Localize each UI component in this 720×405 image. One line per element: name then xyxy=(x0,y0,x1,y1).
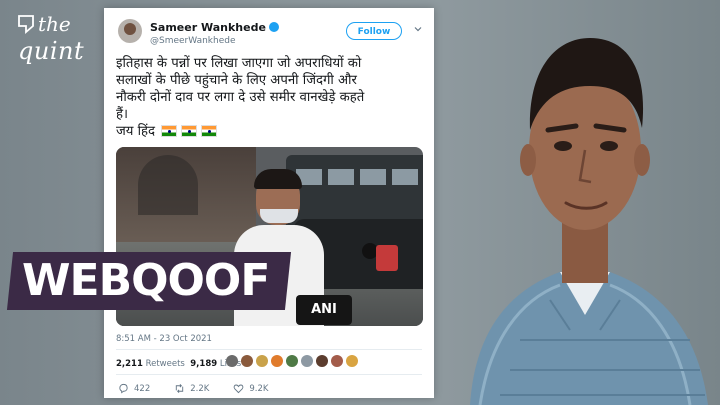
media-arch xyxy=(138,155,198,215)
divider xyxy=(116,349,422,350)
webqoof-label: WEBQOOF xyxy=(22,255,270,306)
tweet-timestamp[interactable]: 8:51 AM - 23 Oct 2021 xyxy=(116,334,212,344)
reply-icon xyxy=(119,383,128,394)
media-van-window xyxy=(360,169,386,185)
avatar[interactable] xyxy=(271,355,283,367)
avatar[interactable] xyxy=(286,355,298,367)
media-person-mask xyxy=(260,209,298,223)
avatar[interactable] xyxy=(118,19,142,43)
quint-mark-icon xyxy=(18,15,34,34)
india-flag-icon xyxy=(201,125,218,137)
logo-line2: quint xyxy=(18,37,85,65)
like-count: 9.2K xyxy=(249,383,269,394)
divider xyxy=(116,374,422,375)
likes-count[interactable]: 9,189 xyxy=(190,359,217,369)
reply-count: 422 xyxy=(134,383,151,394)
retweets-label[interactable]: Retweets xyxy=(146,359,185,369)
media-person-hair xyxy=(254,169,302,189)
author-handle[interactable]: @SmeerWankhede xyxy=(150,36,236,46)
logo-line1: the xyxy=(38,12,71,36)
avatar[interactable] xyxy=(226,355,238,367)
india-flag-icon xyxy=(161,125,178,137)
jai-hind-text: जय हिंद xyxy=(116,124,156,139)
avatar[interactable] xyxy=(301,355,313,367)
avatar[interactable] xyxy=(346,355,358,367)
tweet-text-line3: नौकरी दोनों दाव पर लगा दे उसे समीर वानखे… xyxy=(116,90,365,105)
retweets-count[interactable]: 2,211 xyxy=(116,359,143,369)
tweet-text-line4: हैं। xyxy=(116,107,129,122)
tweet-card: Sameer Wankhede @SmeerWankhede Follow इत… xyxy=(104,8,434,398)
avatar[interactable] xyxy=(331,355,343,367)
like-button[interactable]: 9.2K xyxy=(233,383,268,394)
ani-microphone: ANI xyxy=(296,295,352,325)
heart-icon xyxy=(233,384,244,394)
tweet-text-line2: सलाखों के पीछे पहुंचाने के लिए अपनी जिंद… xyxy=(116,73,357,88)
portrait-photo xyxy=(470,38,708,405)
chevron-down-icon[interactable] xyxy=(414,25,422,33)
retweet-button[interactable]: 2.2K xyxy=(174,383,209,394)
avatar[interactable] xyxy=(316,355,328,367)
follow-button[interactable]: Follow xyxy=(346,22,402,40)
retweet-icon xyxy=(176,384,184,393)
microphone xyxy=(376,245,398,271)
verified-badge-icon xyxy=(268,22,279,32)
reply-button[interactable]: 422 xyxy=(118,383,150,394)
liker-avatars xyxy=(226,355,358,367)
author-name[interactable]: Sameer Wankhede xyxy=(150,21,279,34)
retweet-count: 2.2K xyxy=(190,383,210,394)
media-van-window xyxy=(392,169,418,185)
tweet-text: इतिहास के पन्नों पर लिखा जाएगा जो अपराधि… xyxy=(116,55,428,140)
flags xyxy=(161,125,218,137)
engagement-stats: 2,211 Retweets 9,189 Likes xyxy=(116,359,241,369)
tweet-text-line1: इतिहास के पन्नों पर लिखा जाएगा जो अपराधि… xyxy=(116,56,362,71)
tweet-text-line5: जय हिंद xyxy=(116,123,428,140)
avatar[interactable] xyxy=(241,355,253,367)
tweet-actions: 422 2.2K 9.2K xyxy=(118,383,268,394)
brand-logo: the quint xyxy=(16,12,102,68)
media-van-window xyxy=(328,169,354,185)
india-flag-icon xyxy=(181,125,198,137)
author-name-text[interactable]: Sameer Wankhede xyxy=(150,21,266,34)
avatar[interactable] xyxy=(256,355,268,367)
